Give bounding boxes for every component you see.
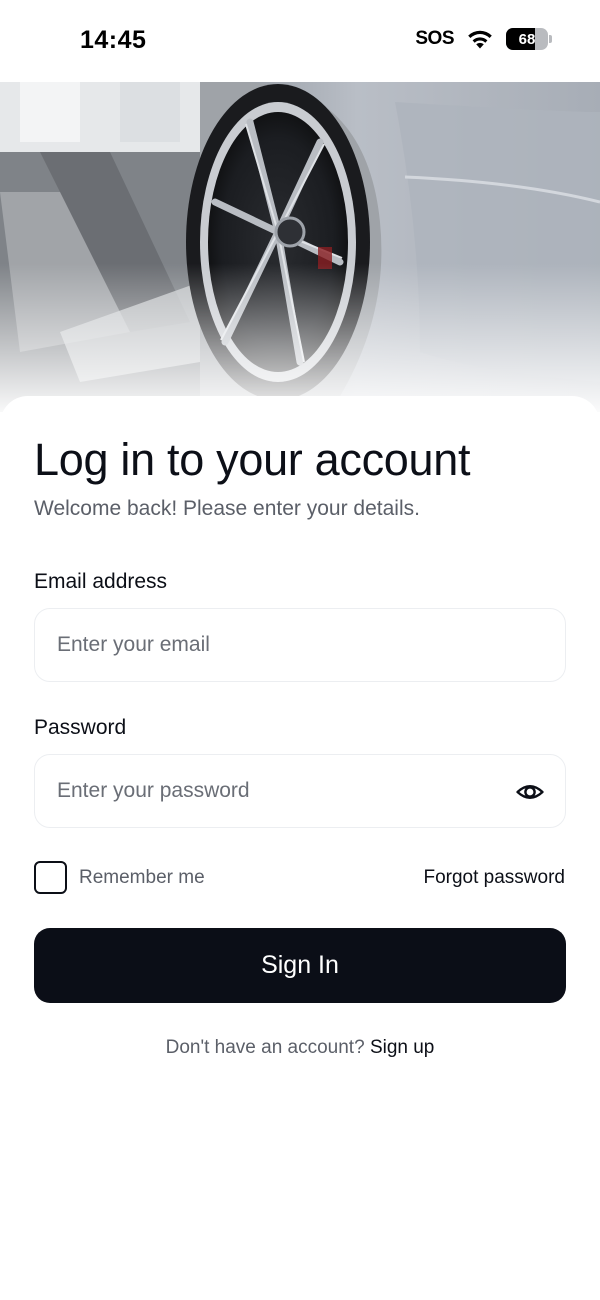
battery-icon: 68 [506, 28, 552, 50]
email-label: Email address [34, 570, 168, 593]
sign-in-label: Sign In [261, 951, 339, 979]
login-card [0, 396, 600, 1300]
forgot-password-link[interactable]: Forgot password [423, 867, 565, 889]
password-field-container [34, 754, 566, 828]
eye-icon[interactable] [515, 777, 545, 807]
remember-me-checkbox[interactable] [34, 861, 67, 894]
status-time: 14:45 [80, 26, 147, 54]
email-field-container [34, 608, 566, 682]
password-input[interactable] [57, 755, 497, 827]
hero-car-image [0, 82, 600, 412]
wifi-icon [468, 30, 492, 49]
signup-row: Don't have an account? Sign up [0, 1037, 600, 1059]
signup-prompt: Don't have an account? [165, 1037, 370, 1058]
status-bar: 14:45 SOS 68 [0, 0, 600, 82]
status-indicators: SOS 68 [415, 28, 552, 50]
page-title: Log in to your account [34, 434, 471, 485]
email-input[interactable] [57, 609, 497, 681]
battery-percent: 68 [518, 30, 536, 48]
password-label: Password [34, 716, 127, 739]
remember-me[interactable]: Remember me [34, 861, 205, 894]
sos-indicator: SOS [415, 28, 454, 49]
sign-in-button[interactable]: Sign In [34, 928, 566, 1003]
page-subtitle: Welcome back! Please enter your details. [34, 497, 420, 520]
remember-me-label: Remember me [79, 866, 205, 888]
battery-cap [549, 35, 552, 43]
car-wheel-illustration [0, 82, 600, 412]
sign-up-link[interactable]: Sign up [370, 1037, 434, 1058]
